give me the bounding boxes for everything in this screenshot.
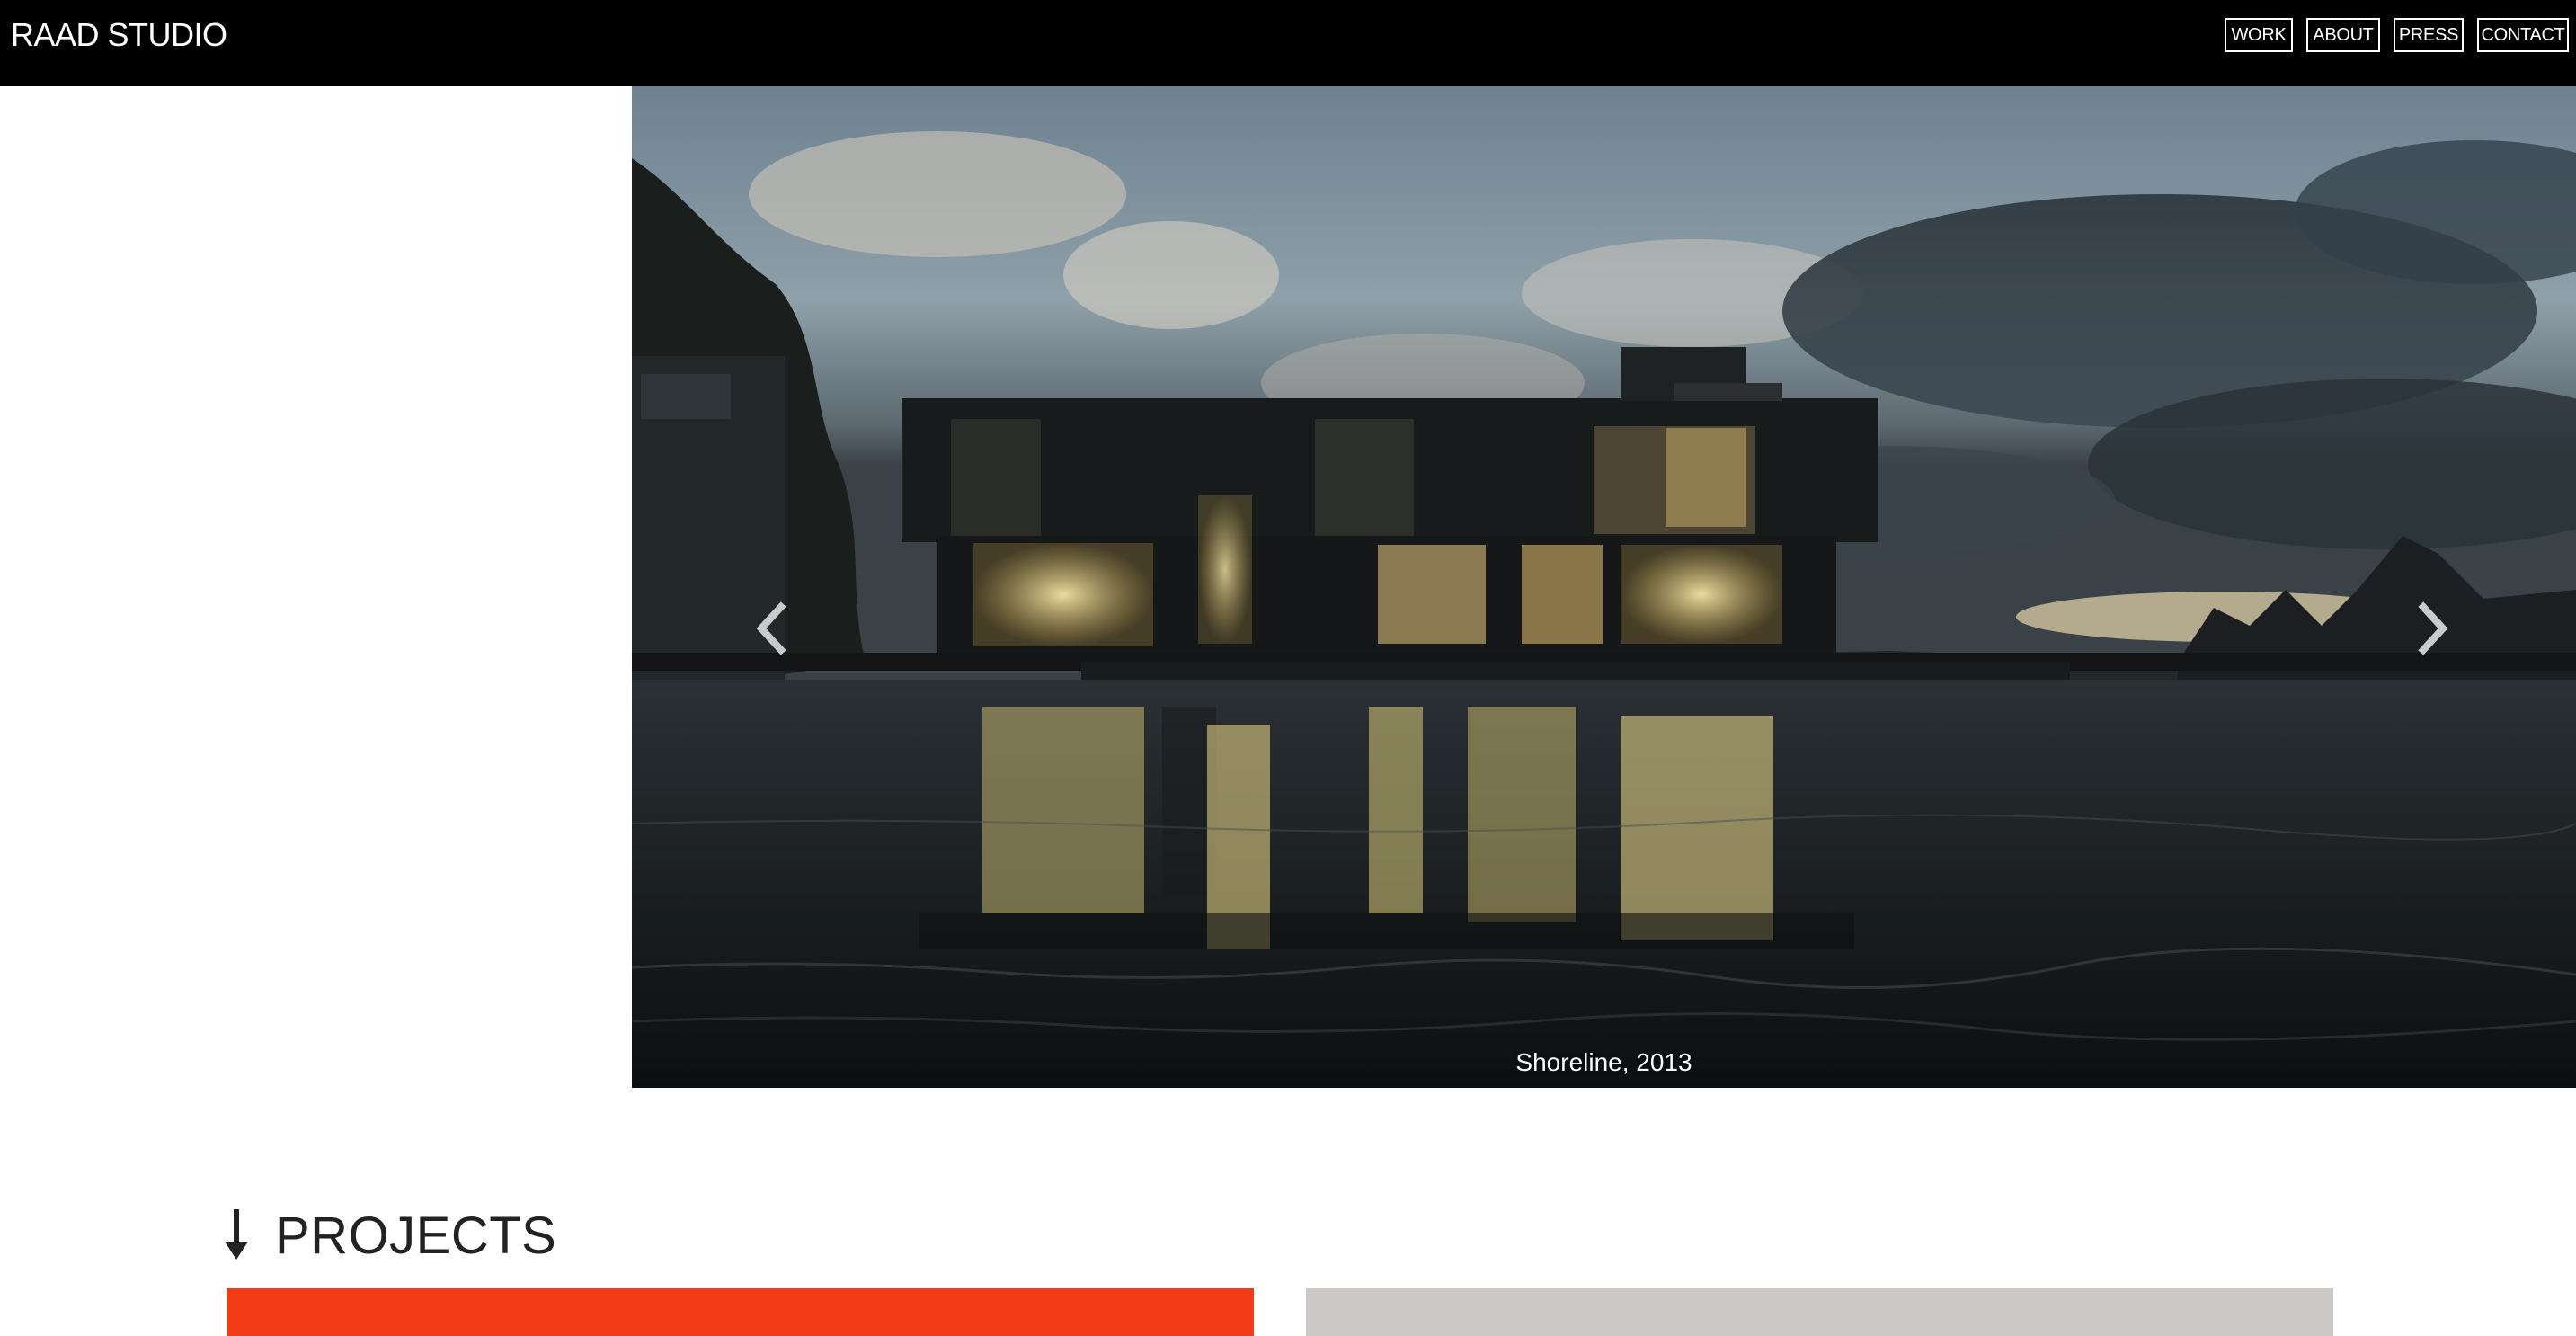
slider-next-button[interactable] <box>2407 597 2461 660</box>
nav-press-button[interactable]: PRESS <box>2394 18 2464 52</box>
projects-title: PROJECTS <box>275 1206 557 1265</box>
projects-heading: PROJECTS <box>223 1207 556 1265</box>
chevron-left-icon <box>756 601 786 655</box>
arrow-down-icon <box>225 1209 248 1260</box>
slide-caption: Shoreline, 2013 <box>1515 1048 1692 1076</box>
site-logo[interactable]: RAAD STUDIO <box>11 16 227 54</box>
nav-about-button[interactable]: ABOUT <box>2306 18 2380 52</box>
nav-work-button[interactable]: WORK <box>2225 18 2293 52</box>
main-nav: WORK ABOUT PRESS CONTACT <box>2225 18 2569 52</box>
slide-image <box>632 86 2576 1088</box>
nav-contact-button[interactable]: CONTACT <box>2477 18 2569 52</box>
slider-prev-button[interactable] <box>743 597 797 660</box>
chevron-right-icon <box>2418 601 2448 655</box>
project-card[interactable] <box>1306 1288 2333 1336</box>
project-card[interactable] <box>227 1288 1254 1336</box>
site-header: RAAD STUDIO WORK ABOUT PRESS CONTACT <box>0 0 2576 86</box>
hero-slider: Shoreline, 2013 <box>632 86 2576 1088</box>
